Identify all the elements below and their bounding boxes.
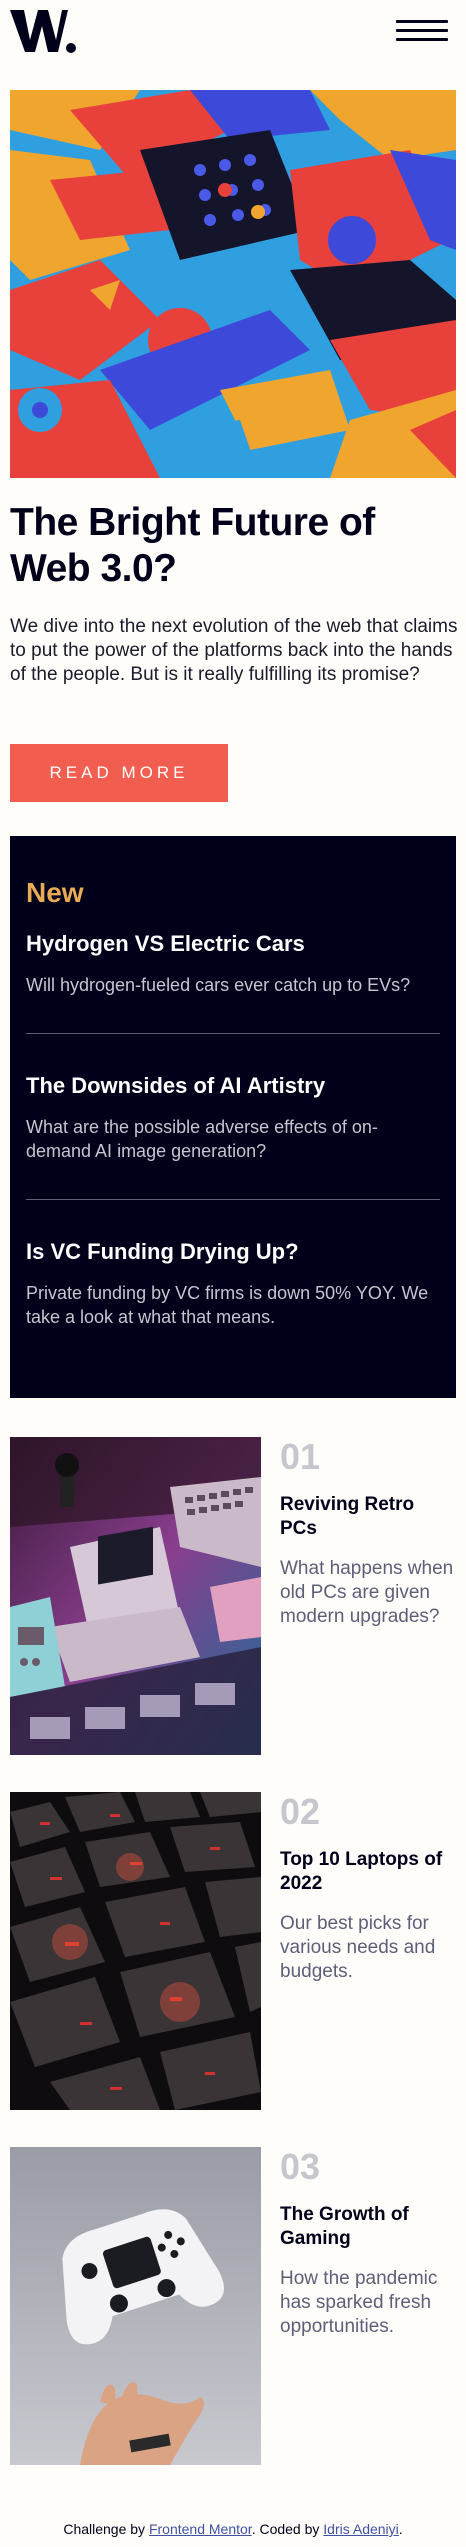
footer-attribution: Challenge by Frontend Mentor. Coded by I… [0, 2521, 466, 2537]
list-article-description: Our best picks for various needs and bud… [280, 1913, 436, 1982]
new-article-description: Will hydrogen-fueled cars ever catch up … [26, 975, 411, 995]
retro-pc-image[interactable] [10, 1437, 261, 1755]
abstract-3d-blocks-image [10, 90, 456, 478]
hero-image [10, 90, 456, 478]
laptop-keyboard-image-art [10, 1792, 261, 2110]
new-articles-panel: New Hydrogen VS Electric Cars Will hydro… [10, 836, 456, 1398]
page: The Bright Future of Web 3.0? We dive in… [0, 0, 466, 2547]
hamburger-menu-icon [396, 20, 448, 23]
new-heading: New [26, 877, 84, 908]
list-article-number: 02 [280, 1791, 321, 1832]
new-article-title[interactable]: Is VC Funding Drying Up? [26, 1238, 440, 1266]
list-article-description: What happens when old PCs are given mode… [280, 1558, 454, 1627]
divider [26, 1199, 440, 1200]
logo[interactable] [10, 6, 76, 56]
footer-prefix: Challenge by [63, 2521, 149, 2537]
footer-middle: . Coded by [251, 2521, 324, 2537]
list-article-title[interactable]: Reviving Retro PCs [280, 1493, 456, 1541]
list-article-description: How the pandemic has sparked fresh oppor… [280, 2268, 438, 2337]
list-article-text: 01 Reviving Retro PCs What happens when … [280, 1436, 456, 1629]
list-article-number: 03 [280, 2146, 321, 2187]
list-article-item: 01 Reviving Retro PCs What happens when … [10, 1436, 456, 1755]
new-article-description: What are the possible adverse effects of… [26, 1117, 378, 1161]
new-article-item: The Downsides of AI Artistry What are th… [26, 1072, 440, 1163]
gaming-controller-image-art [10, 2147, 261, 2465]
new-article-item: Hydrogen VS Electric Cars Will hydrogen-… [26, 930, 440, 997]
list-article-text: 03 The Growth of Gaming How the pandemic… [280, 2146, 456, 2339]
list-article-number: 01 [280, 1436, 321, 1477]
menu-button[interactable] [396, 20, 448, 46]
list-article-text: 02 Top 10 Laptops of 2022 Our best picks… [280, 1791, 456, 1984]
new-article-description: Private funding by VC firms is down 50% … [26, 1283, 429, 1327]
hero-title: The Bright Future of Web 3.0? [10, 501, 375, 590]
retro-pc-image-art [10, 1437, 261, 1755]
author-link[interactable]: Idris Adeniyi [323, 2521, 398, 2537]
footer-suffix: . [398, 2521, 403, 2537]
read-more-button[interactable]: READ MORE [10, 744, 228, 802]
laptop-keyboard-image[interactable] [10, 1792, 261, 2110]
list-article-item: 02 Top 10 Laptops of 2022 Our best picks… [10, 1791, 456, 2110]
logo-mark [10, 10, 76, 53]
new-article-title[interactable]: The Downsides of AI Artistry [26, 1072, 440, 1100]
frontend-mentor-link[interactable]: Frontend Mentor [149, 2521, 252, 2537]
gaming-controller-image[interactable] [10, 2147, 261, 2465]
list-article-item: 03 The Growth of Gaming How the pandemic… [10, 2146, 456, 2465]
list-article-title[interactable]: Top 10 Laptops of 2022 [280, 1848, 456, 1896]
divider [26, 1033, 440, 1034]
list-article-title[interactable]: The Growth of Gaming [280, 2203, 456, 2251]
new-article-title[interactable]: Hydrogen VS Electric Cars [26, 930, 440, 958]
new-article-item: Is VC Funding Drying Up? Private funding… [26, 1238, 440, 1329]
hero-description: We dive into the next evolution of the w… [10, 616, 458, 685]
